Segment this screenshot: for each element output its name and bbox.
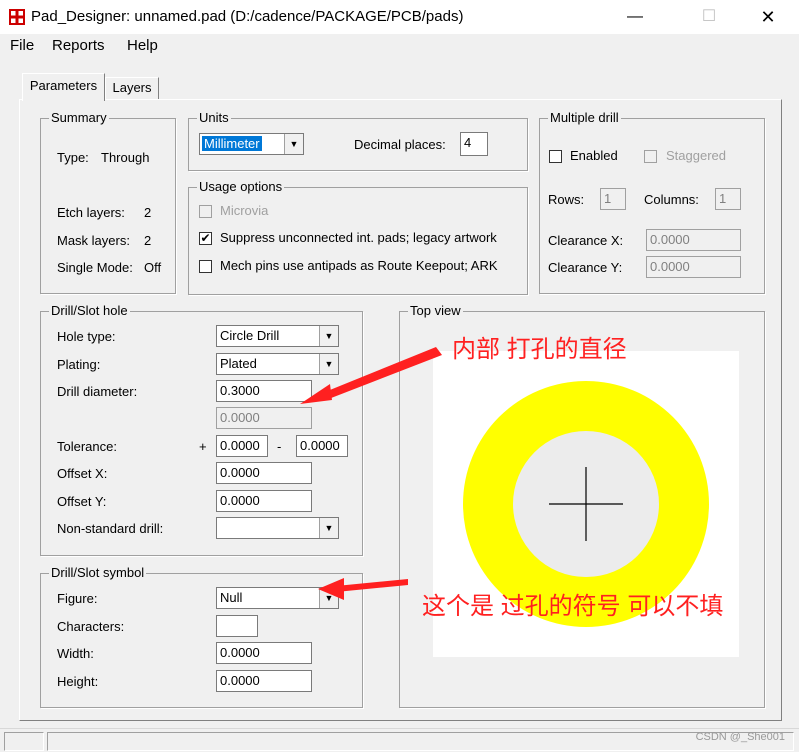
- arrow-drill-head: [300, 384, 332, 404]
- status-cell-1: [4, 732, 44, 751]
- tab-parameters[interactable]: Parameters: [22, 73, 105, 101]
- arrow-symbol-head: [318, 578, 344, 600]
- drill-symbol-annotation: 这个是 过孔的符号 可以不填: [422, 593, 724, 620]
- arrow-symbol-shaft: [336, 579, 408, 592]
- arrow-drill-shaft: [320, 347, 442, 400]
- status-cell-2: [47, 732, 794, 751]
- annotation-arrows: [300, 347, 442, 600]
- drill-diameter-annotation: 内部 打孔的直径: [452, 336, 627, 363]
- watermark-text: CSDN @_She001: [695, 731, 785, 743]
- status-bar: CSDN @_She001: [0, 728, 799, 752]
